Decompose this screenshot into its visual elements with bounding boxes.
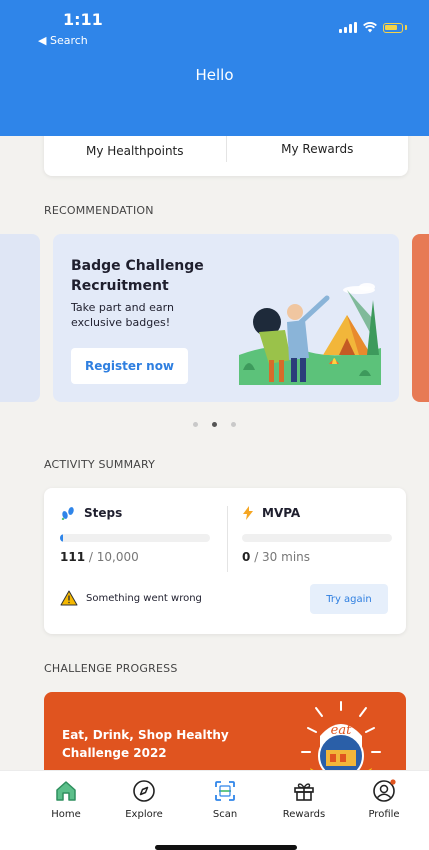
mvpa-column[interactable]: MVPA 0 / 30 mins bbox=[242, 506, 392, 564]
carousel-dot-active[interactable] bbox=[212, 422, 217, 427]
activity-divider bbox=[227, 506, 228, 572]
healthpoints-tile[interactable]: 95 My Healthpoints bbox=[44, 136, 226, 176]
home-indicator bbox=[155, 845, 297, 850]
gift-icon bbox=[294, 783, 314, 801]
mvpa-label: MVPA bbox=[262, 506, 301, 520]
tab-profile[interactable]: Profile bbox=[344, 779, 424, 820]
signal-icon bbox=[339, 22, 357, 33]
points-summary-card: 95 My Healthpoints 5 My Rewards bbox=[44, 136, 408, 176]
tab-rewards-label: Rewards bbox=[282, 809, 326, 820]
wifi-icon bbox=[363, 22, 377, 33]
try-again-button[interactable]: Try again bbox=[310, 584, 388, 614]
tab-profile-label: Profile bbox=[368, 809, 400, 820]
home-icon bbox=[56, 781, 76, 801]
tab-scan[interactable]: Scan bbox=[185, 779, 265, 820]
activity-section-title: ACTIVITY SUMMARY bbox=[44, 458, 156, 471]
logo-eat-text: eat bbox=[331, 723, 352, 738]
tab-rewards[interactable]: Rewards bbox=[264, 779, 344, 820]
error-text: Something went wrong bbox=[86, 592, 202, 604]
challenge-logo: eat bbox=[301, 701, 381, 770]
compass-icon bbox=[133, 780, 155, 802]
lightning-icon bbox=[243, 506, 253, 520]
status-time: 1:11 bbox=[63, 10, 103, 29]
previous-recommendation-card[interactable] bbox=[0, 234, 40, 402]
recommendation-section-title: RECOMMENDATION bbox=[44, 204, 154, 217]
warning-icon bbox=[60, 590, 78, 606]
steps-progress-bar bbox=[60, 534, 210, 542]
steps-value: 111 bbox=[60, 550, 86, 564]
home-content[interactable]: RECOMMENDATION Badge Challenge Recruitme… bbox=[0, 136, 429, 770]
challenge-card-title: Eat, Drink, Shop Healthy Challenge 2022 bbox=[62, 728, 229, 760]
recommendation-card[interactable]: Badge Challenge Recruitment Take part an… bbox=[53, 234, 399, 402]
profile-icon bbox=[373, 779, 396, 802]
carousel-dot[interactable] bbox=[193, 422, 198, 427]
tab-home-label: Home bbox=[51, 809, 81, 820]
steps-target: / 10,000 bbox=[88, 550, 139, 564]
rewards-label: My Rewards bbox=[281, 142, 354, 156]
tab-home[interactable]: Home bbox=[26, 779, 106, 820]
steps-progress-fill bbox=[60, 534, 63, 542]
status-icons bbox=[339, 22, 407, 33]
header: 1:11 ◀ Search Hello bbox=[0, 0, 429, 136]
tab-explore-label: Explore bbox=[125, 809, 163, 820]
scan-icon bbox=[215, 781, 235, 801]
rewards-tile[interactable]: 5 My Rewards bbox=[227, 136, 409, 176]
challenge-section-title: CHALLENGE PROGRESS bbox=[44, 662, 178, 675]
mvpa-progress-bar bbox=[242, 534, 392, 542]
carousel-dot[interactable] bbox=[231, 422, 236, 427]
back-to-search-link[interactable]: ◀ Search bbox=[38, 34, 88, 47]
challenge-card[interactable]: Eat, Drink, Shop Healthy Challenge 2022 … bbox=[44, 692, 406, 770]
camping-illustration bbox=[239, 283, 381, 385]
steps-label: Steps bbox=[84, 506, 123, 520]
tab-explore[interactable]: Explore bbox=[104, 779, 184, 820]
next-recommendation-card[interactable] bbox=[412, 234, 429, 402]
register-now-button[interactable]: Register now bbox=[71, 348, 188, 384]
carousel-indicator bbox=[0, 422, 429, 427]
recommendation-card-title: Badge Challenge Recruitment bbox=[71, 258, 204, 294]
mvpa-target: / 30 mins bbox=[254, 550, 311, 564]
page-title: Hello bbox=[195, 66, 234, 84]
notification-dot bbox=[390, 779, 396, 785]
tab-scan-label: Scan bbox=[212, 809, 238, 820]
recommendation-card-description: Take part and earn exclusive badges! bbox=[71, 301, 174, 329]
activity-error-message: Something went wrong bbox=[60, 590, 202, 606]
steps-column[interactable]: Steps 111 / 10,000 bbox=[60, 506, 210, 564]
activity-summary-card: Steps 111 / 10,000 MVPA 0 / 30 mins Some… bbox=[44, 488, 406, 634]
footsteps-icon bbox=[61, 507, 74, 520]
mvpa-value: 0 bbox=[242, 550, 251, 564]
healthpoints-label: My Healthpoints bbox=[85, 144, 184, 158]
bottom-tab-bar: Home Explore Scan Rewards Profile bbox=[0, 770, 429, 850]
battery-icon bbox=[383, 22, 403, 33]
